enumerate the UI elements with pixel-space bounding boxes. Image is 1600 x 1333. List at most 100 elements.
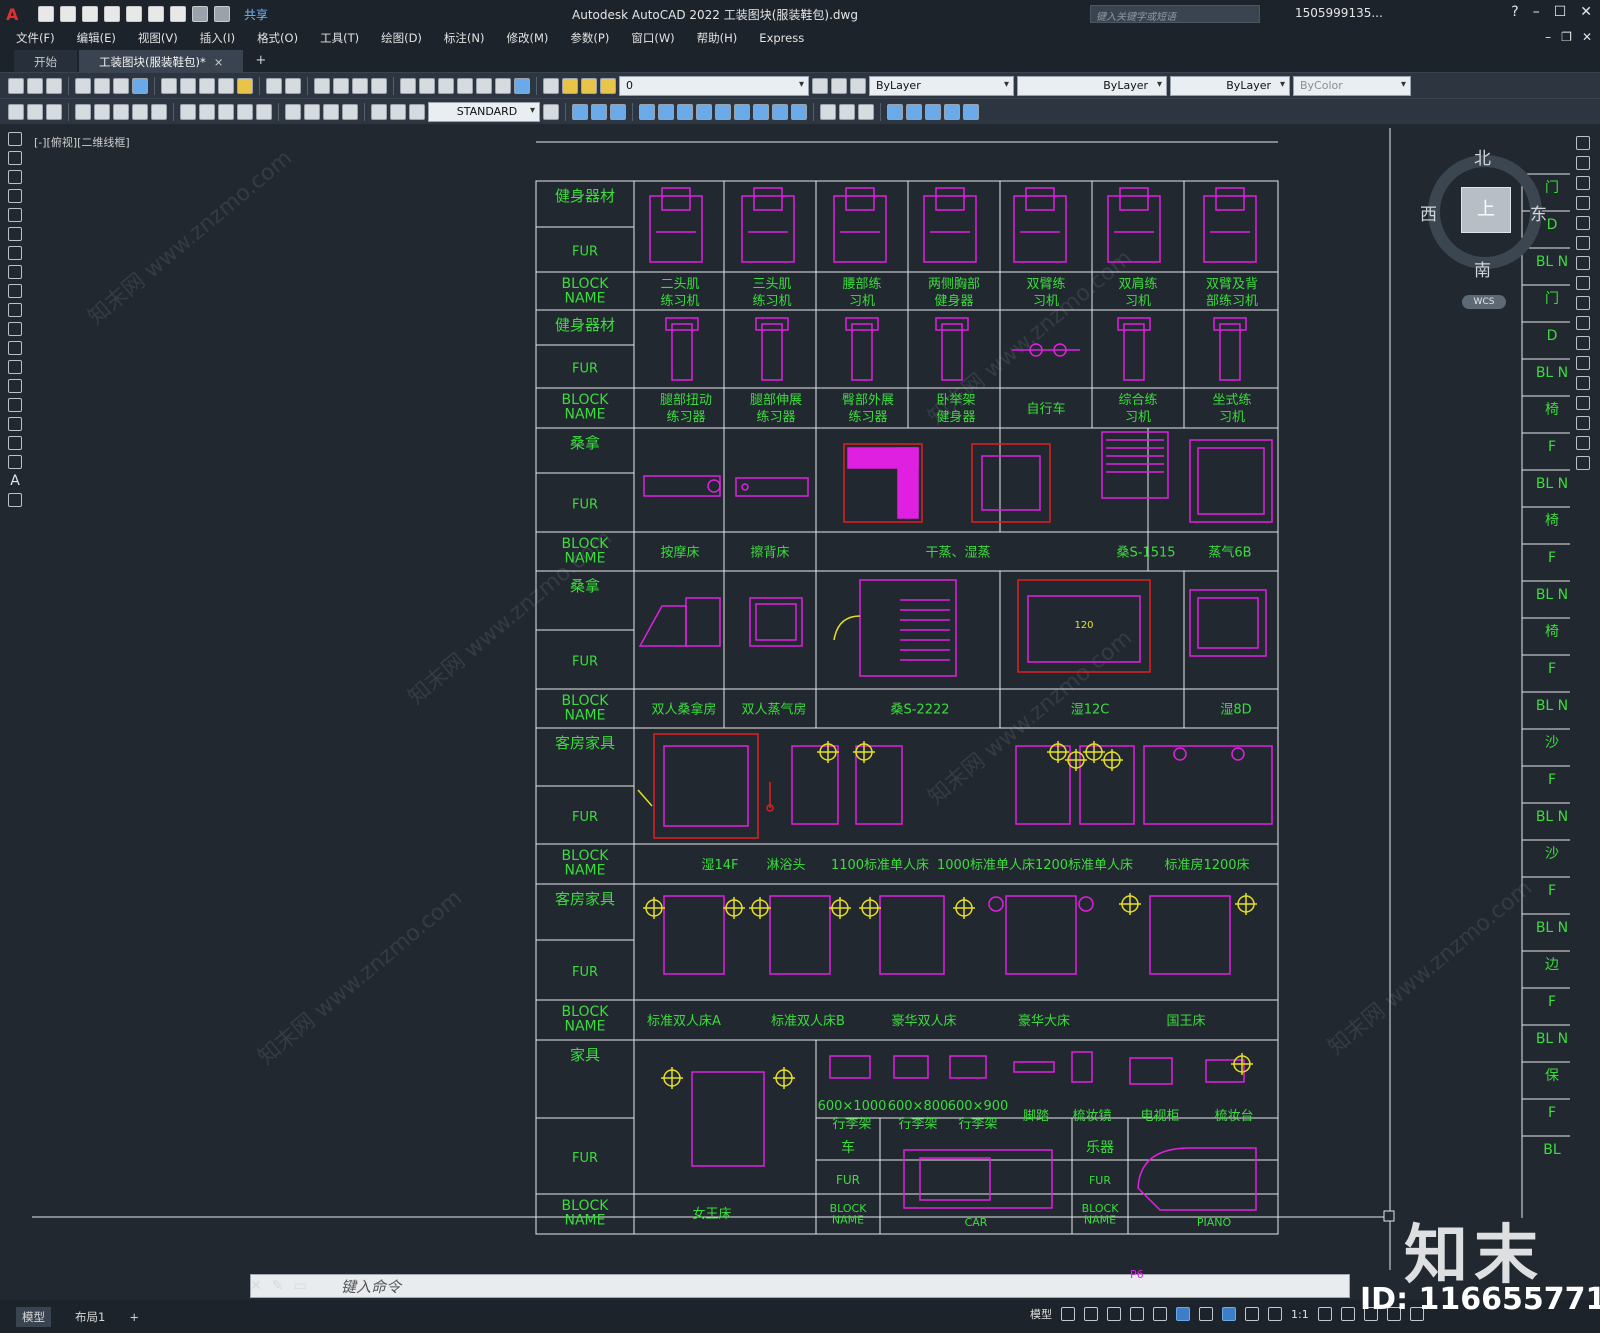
region-icon[interactable] — [8, 436, 22, 450]
menu-window[interactable]: 窗口(W) — [631, 30, 674, 46]
dim-break-icon[interactable] — [256, 103, 272, 120]
copy-icon[interactable] — [180, 77, 196, 94]
help-icon[interactable] — [514, 77, 530, 94]
construction-line-icon[interactable] — [8, 151, 22, 165]
layer-select[interactable]: 0 — [619, 75, 809, 96]
annotation-icon[interactable] — [1222, 1307, 1236, 1321]
dim-style-icon[interactable] — [543, 103, 559, 120]
copy-object-icon[interactable] — [1576, 156, 1590, 170]
baseline-dim-icon[interactable] — [199, 103, 215, 120]
tab-start[interactable]: 开始 — [14, 50, 77, 72]
menu-format[interactable]: 格式(O) — [257, 30, 298, 46]
break-icon[interactable] — [1576, 356, 1590, 370]
layout-tab[interactable]: 布局1 — [75, 1309, 105, 1325]
trim-icon[interactable] — [1576, 316, 1590, 330]
close-icon[interactable]: ✕ — [1580, 4, 1592, 20]
dim-update-icon[interactable] — [409, 103, 425, 120]
rectangle-icon[interactable] — [8, 208, 22, 222]
command-line[interactable]: 键入命令 — [250, 1274, 1350, 1298]
inspection-icon[interactable] — [323, 103, 339, 120]
viewcube-north[interactable]: 北 — [1474, 144, 1491, 169]
save-icon[interactable] — [82, 6, 98, 22]
viewcube-top-face[interactable]: 上 — [1461, 187, 1511, 233]
extend-icon[interactable] — [1576, 336, 1590, 350]
web-icon[interactable] — [132, 77, 148, 94]
modify-icon-10[interactable] — [753, 103, 769, 120]
cut-icon[interactable] — [161, 77, 177, 94]
auto-scale-icon[interactable] — [1268, 1307, 1282, 1321]
modify-icon-5[interactable] — [658, 103, 674, 120]
modify-icon-4[interactable] — [639, 103, 655, 120]
maximize-icon[interactable]: ☐ — [1554, 4, 1567, 20]
insert-block-icon[interactable] — [8, 341, 22, 355]
polyline-icon[interactable] — [8, 170, 22, 184]
modify-icon-8[interactable] — [715, 103, 731, 120]
move-icon[interactable] — [1576, 236, 1590, 250]
jogged-dim-icon[interactable] — [113, 103, 129, 120]
redo-icon[interactable] — [285, 77, 301, 94]
tab-active-drawing[interactable]: 工装图块(服装鞋包)* × — [79, 50, 244, 72]
ellipse-arc-icon[interactable] — [8, 322, 22, 336]
doc-restore-icon[interactable]: ❐ — [1561, 30, 1572, 44]
modify-icon-3[interactable] — [610, 103, 626, 120]
continue-dim-icon[interactable] — [218, 103, 234, 120]
save-web-icon[interactable] — [148, 6, 164, 22]
modify-icon-2[interactable] — [591, 103, 607, 120]
calculator-icon[interactable] — [495, 77, 511, 94]
modify-icon-16[interactable] — [887, 103, 903, 120]
snap-icon[interactable] — [1084, 1307, 1098, 1321]
color-select[interactable]: ByLayer — [869, 75, 1014, 96]
blend-icon[interactable] — [1576, 436, 1590, 450]
offset-icon[interactable] — [1576, 196, 1590, 210]
modify-icon-1[interactable] — [572, 103, 588, 120]
undo-icon[interactable] — [266, 77, 282, 94]
linetype-select[interactable]: ByLayer — [1017, 75, 1167, 96]
menu-modify[interactable]: 修改(M) — [507, 30, 549, 46]
doc-close-icon[interactable]: ✕ — [1582, 30, 1592, 44]
undo-icon[interactable] — [192, 6, 208, 22]
publish-icon[interactable] — [113, 77, 129, 94]
erase-icon[interactable] — [1576, 136, 1590, 150]
dim-text-edit-icon[interactable] — [390, 103, 406, 120]
array-icon[interactable] — [1576, 216, 1590, 230]
help-icon[interactable]: ? — [1511, 4, 1518, 20]
search-input[interactable]: 键入关键字或短语 — [1090, 5, 1260, 23]
make-current-icon[interactable] — [812, 77, 828, 94]
add-layout-button[interactable]: + — [129, 1310, 139, 1324]
modify-icon-12[interactable] — [791, 103, 807, 120]
spline-icon[interactable] — [8, 284, 22, 298]
menu-view[interactable]: 视图(V) — [138, 30, 178, 46]
save-as-icon[interactable] — [104, 6, 120, 22]
redo-icon[interactable] — [214, 6, 230, 22]
user-account[interactable]: 1505999135... — [1295, 6, 1383, 20]
menu-file[interactable]: 文件(F) — [16, 30, 55, 46]
minimize-icon[interactable]: – — [1533, 4, 1540, 20]
menu-help[interactable]: 帮助(H) — [697, 30, 738, 46]
workspace-gear-icon[interactable] — [1317, 1307, 1332, 1321]
ellipse-icon[interactable] — [8, 303, 22, 317]
dim-edit-icon[interactable] — [371, 103, 387, 120]
osnap-icon[interactable] — [1153, 1307, 1167, 1321]
pan-icon[interactable] — [314, 77, 330, 94]
grid-icon[interactable] — [1061, 1307, 1075, 1321]
diameter-dim-icon[interactable] — [132, 103, 148, 120]
layer-properties-icon[interactable] — [543, 77, 559, 94]
open-icon[interactable] — [60, 6, 76, 22]
open-web-icon[interactable] — [126, 6, 142, 22]
block-editor-icon[interactable] — [237, 77, 253, 94]
tolerance-icon[interactable] — [285, 103, 301, 120]
model-space-label[interactable]: 模型 — [1030, 1306, 1052, 1322]
scale-icon[interactable] — [1576, 276, 1590, 290]
plot-icon[interactable] — [170, 6, 186, 22]
point-icon[interactable] — [8, 379, 22, 393]
modify-icon-13[interactable] — [820, 103, 836, 120]
sheet-set-icon[interactable] — [457, 77, 473, 94]
menu-edit[interactable]: 编辑(E) — [77, 30, 116, 46]
modify-icon-6[interactable] — [677, 103, 693, 120]
new-tab-button[interactable]: + — [245, 49, 276, 72]
center-mark-icon[interactable] — [304, 103, 320, 120]
menu-express[interactable]: Express — [759, 31, 804, 45]
jogged-linear-icon[interactable] — [342, 103, 358, 120]
command-input[interactable]: 键入命令 — [341, 1276, 401, 1297]
angular-dim-icon[interactable] — [151, 103, 167, 120]
